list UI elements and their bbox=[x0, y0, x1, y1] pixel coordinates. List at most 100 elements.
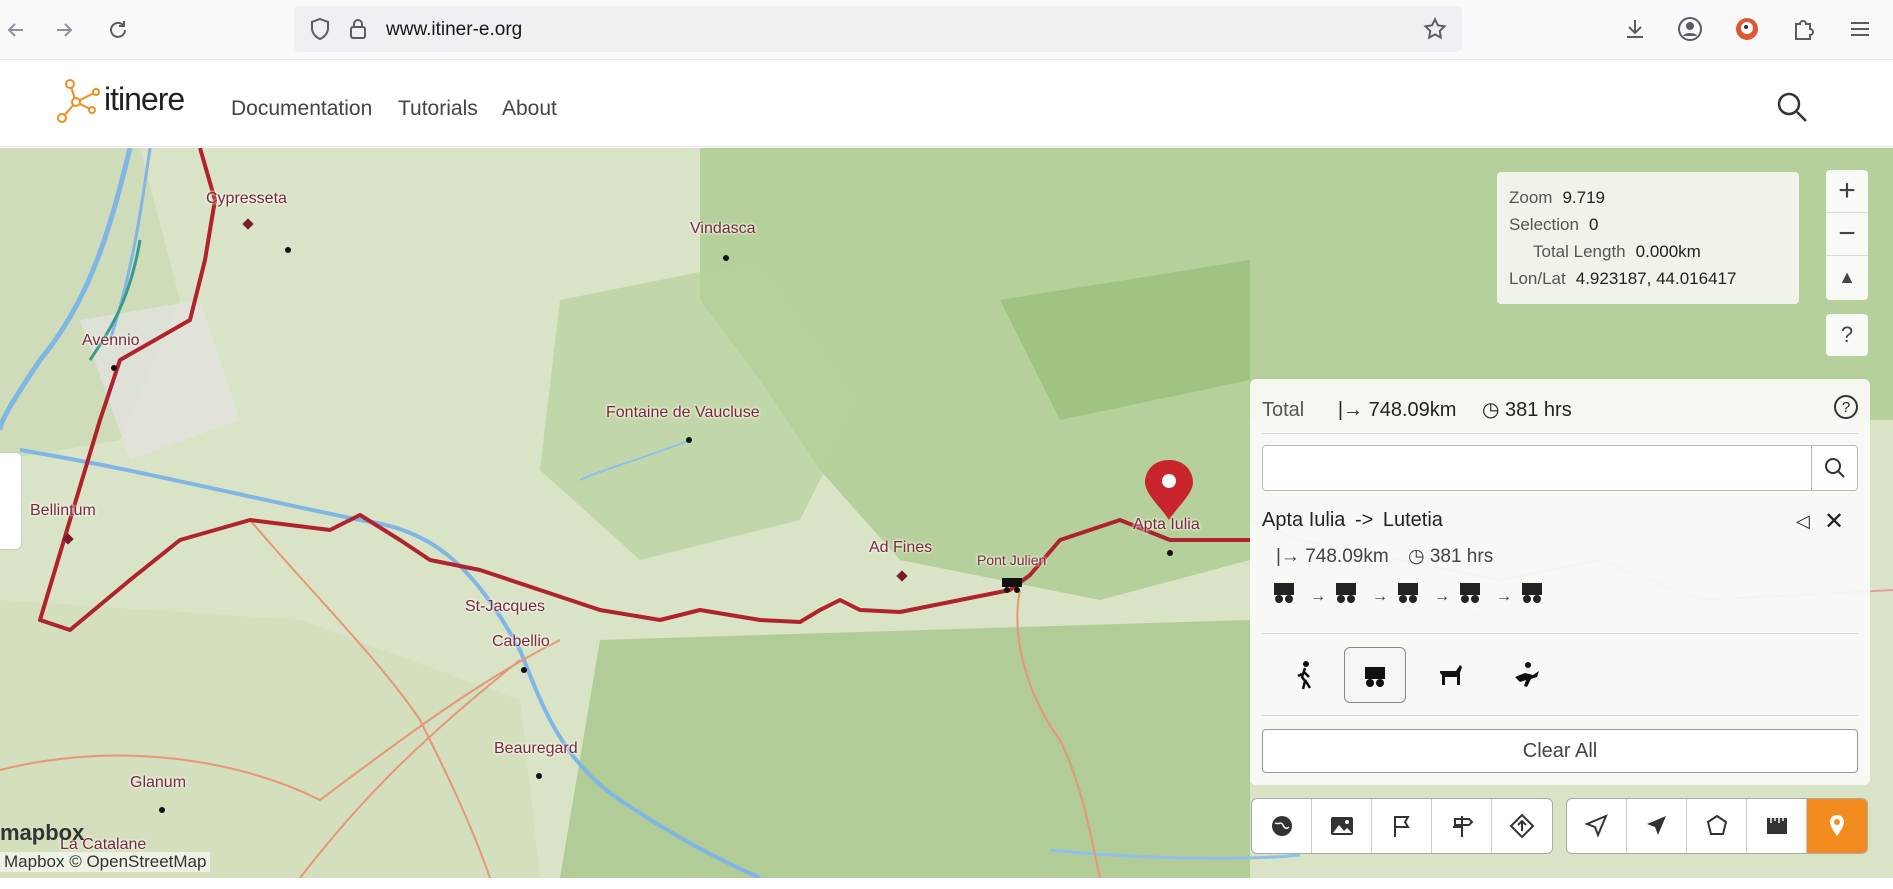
collapse-left-icon[interactable]: ◁ bbox=[1796, 511, 1810, 532]
place-label[interactable]: Ad Fines bbox=[869, 539, 932, 557]
place-label[interactable]: Pont Julien bbox=[977, 552, 1046, 568]
map-info-box: Zoom 9.719 Selection 0 Total Length 0.000km… bbox=[1497, 172, 1799, 304]
close-icon[interactable]: ✕ bbox=[1824, 507, 1844, 536]
donkey-icon bbox=[1440, 665, 1462, 685]
route-arrow: -> bbox=[1354, 509, 1374, 531]
signpost-icon[interactable] bbox=[1432, 799, 1492, 853]
extensions-puzzle-icon[interactable] bbox=[1788, 14, 1818, 44]
zoom-in-button[interactable]: + bbox=[1826, 170, 1868, 213]
svg-text:→: → bbox=[1310, 588, 1326, 605]
place-label[interactable]: Avennio bbox=[82, 332, 140, 350]
address-bar[interactable]: www.itiner-e.org bbox=[294, 6, 1462, 52]
transport-chain: → → → → bbox=[1274, 583, 1542, 605]
location-pin-icon[interactable] bbox=[1807, 799, 1867, 853]
reload-icon[interactable] bbox=[102, 14, 134, 46]
zoom-out-button[interactable]: − bbox=[1826, 213, 1868, 256]
nav-about[interactable]: About bbox=[502, 97, 557, 121]
place-label[interactable]: Apta Iulia bbox=[1133, 516, 1200, 534]
browser-toolbar: www.itiner-e.org bbox=[0, 0, 1893, 60]
donkey-mode-button[interactable] bbox=[1420, 647, 1482, 703]
back-arrow-icon[interactable] bbox=[0, 14, 32, 46]
landscape-image-icon[interactable] bbox=[1312, 799, 1372, 853]
route-total: Total |→ 748.09km ◷ 381 hrs bbox=[1262, 397, 1572, 422]
distance-icon: |→ bbox=[1276, 546, 1300, 567]
nav-tutorials[interactable]: Tutorials bbox=[398, 97, 478, 121]
cart-icon bbox=[1460, 583, 1480, 603]
distance-icon: |→ bbox=[1337, 399, 1364, 421]
leg-time: 381 hrs bbox=[1429, 546, 1494, 567]
route-help-icon[interactable]: ? bbox=[1834, 395, 1858, 419]
details-side-tab[interactable] bbox=[0, 452, 22, 550]
svg-text:→: → bbox=[1372, 588, 1388, 605]
navigation-outline-icon[interactable] bbox=[1567, 799, 1627, 853]
milestone-diamond-icon[interactable] bbox=[1492, 799, 1552, 853]
place-label[interactable]: Beauregard bbox=[494, 740, 578, 758]
map-attribution[interactable]: Mapbox © OpenStreetMap bbox=[0, 852, 211, 872]
duckduckgo-extension-icon[interactable] bbox=[1732, 14, 1762, 44]
hamburger-menu-icon[interactable] bbox=[1845, 14, 1875, 44]
polygon-icon[interactable] bbox=[1687, 799, 1747, 853]
globe-icon[interactable] bbox=[1252, 799, 1312, 853]
zoom-label: Zoom bbox=[1509, 188, 1553, 207]
lonlat-label: Lon/Lat bbox=[1509, 269, 1566, 288]
search-icon[interactable] bbox=[1811, 446, 1857, 490]
clock-icon: ◷ bbox=[1481, 399, 1500, 421]
map-help-button[interactable]: ? bbox=[1826, 314, 1868, 356]
selection-label: Selection bbox=[1509, 215, 1579, 234]
total-length-value: 0.000km bbox=[1635, 242, 1701, 261]
horse-rider-mode-button[interactable] bbox=[1496, 647, 1558, 703]
ruler-measure-icon[interactable] bbox=[1747, 799, 1807, 853]
total-time: 381 hrs bbox=[1505, 399, 1572, 421]
walking-icon bbox=[1297, 661, 1312, 690]
total-length-label: Total Length bbox=[1533, 242, 1626, 261]
mapbox-logo[interactable]: mapbox bbox=[0, 820, 84, 846]
nav-documentation[interactable]: Documentation bbox=[231, 97, 372, 121]
bookmark-star-icon[interactable] bbox=[1422, 16, 1448, 42]
lonlat-value: 4.923187, 44.016417 bbox=[1575, 269, 1737, 288]
place-label[interactable]: Fontaine de Vaucluse bbox=[606, 404, 760, 422]
navigation-filled-icon[interactable] bbox=[1627, 799, 1687, 853]
forward-arrow-icon[interactable] bbox=[48, 14, 80, 46]
place-label[interactable]: Bellintum bbox=[30, 502, 96, 520]
zoom-value: 9.719 bbox=[1562, 188, 1606, 207]
layer-toolbar bbox=[1251, 798, 1553, 854]
route-panel: Total |→ 748.09km ◷ 381 hrs ? Apta Iulia… bbox=[1250, 379, 1870, 785]
walking-mode-button[interactable] bbox=[1274, 647, 1336, 703]
place-label[interactable]: Vindasca bbox=[690, 220, 756, 238]
route-leg-title[interactable]: Apta Iulia -> Lutetia bbox=[1262, 509, 1443, 532]
search-icon[interactable] bbox=[1776, 91, 1808, 123]
place-label[interactable]: Glanum bbox=[130, 774, 186, 792]
place-search-input[interactable] bbox=[1262, 445, 1858, 491]
cart-mode-button[interactable] bbox=[1344, 647, 1406, 703]
tools-toolbar bbox=[1566, 798, 1868, 854]
shield-icon[interactable] bbox=[308, 17, 332, 41]
logo-text[interactable]: itinere bbox=[104, 81, 185, 118]
site-header: itinere Documentation Tutorials About bbox=[0, 61, 1893, 147]
clock-icon: ◷ bbox=[1407, 546, 1425, 567]
lock-icon[interactable] bbox=[346, 17, 370, 41]
horse-rider-icon bbox=[1515, 662, 1539, 687]
compass-reset-button[interactable]: ▲ bbox=[1826, 256, 1868, 299]
cart-icon bbox=[1365, 667, 1385, 687]
leg-distance: 748.09km bbox=[1305, 546, 1389, 567]
place-label[interactable]: Cypresseta bbox=[206, 190, 287, 208]
divider bbox=[1262, 433, 1858, 434]
divider bbox=[1262, 715, 1858, 716]
route-from: Apta Iulia bbox=[1262, 509, 1346, 531]
clear-all-button[interactable]: Clear All bbox=[1262, 729, 1858, 773]
account-icon[interactable] bbox=[1675, 14, 1705, 44]
zoom-controls: + − ▲ bbox=[1826, 170, 1868, 300]
cart-icon bbox=[1336, 583, 1356, 603]
place-label[interactable]: Cabellio bbox=[492, 633, 550, 651]
divider bbox=[1262, 633, 1858, 634]
selection-value: 0 bbox=[1588, 215, 1599, 234]
flag-icon[interactable] bbox=[1372, 799, 1432, 853]
cart-icon bbox=[1274, 583, 1294, 603]
total-label: Total bbox=[1262, 399, 1305, 421]
cart-icon bbox=[1398, 583, 1418, 603]
download-icon[interactable] bbox=[1620, 14, 1650, 44]
url-text[interactable]: www.itiner-e.org bbox=[386, 19, 522, 41]
place-label[interactable]: St-Jacques bbox=[465, 598, 545, 616]
route-leg-summary: |→ 748.09km ◷ 381 hrs bbox=[1276, 545, 1493, 568]
route-to: Lutetia bbox=[1382, 509, 1443, 531]
